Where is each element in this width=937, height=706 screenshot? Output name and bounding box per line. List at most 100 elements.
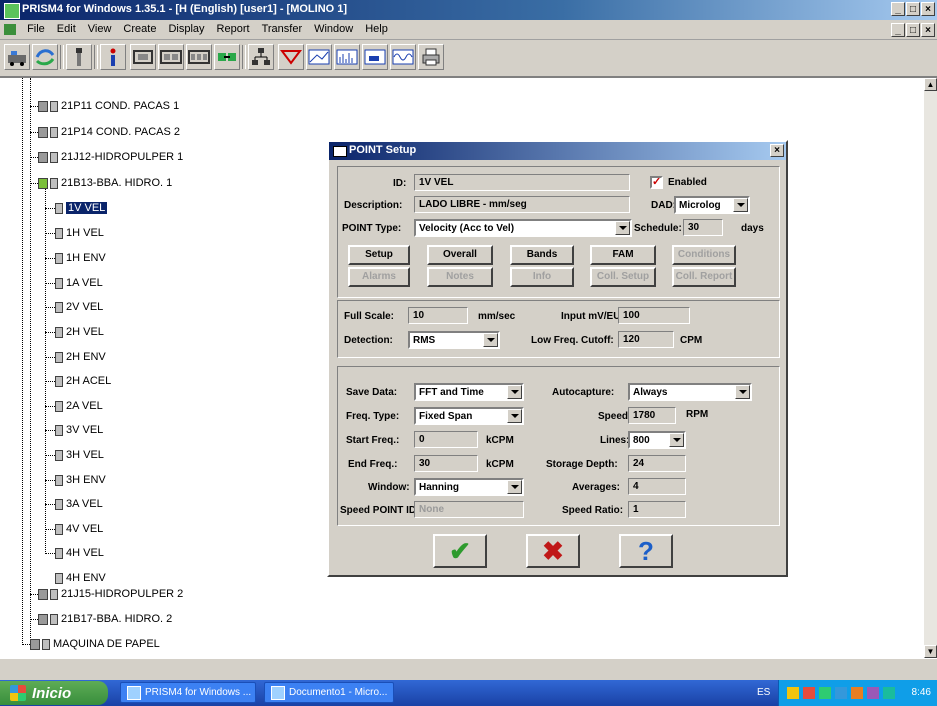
tree-node-group[interactable]: MAQUINA DE PAPEL: [30, 635, 160, 653]
tree-node-point[interactable]: 3V VEL: [55, 421, 103, 439]
tree-node-point[interactable]: 1H ENV: [55, 249, 106, 267]
conditions-button[interactable]: Conditions: [672, 245, 736, 265]
alarms-button[interactable]: Alarms: [348, 267, 410, 287]
display-icon[interactable]: [835, 687, 847, 699]
point-type-select[interactable]: Velocity (Acc to Vel): [414, 219, 632, 237]
messenger-icon[interactable]: [883, 687, 895, 699]
volume-icon[interactable]: [819, 687, 831, 699]
filter-icon[interactable]: [278, 44, 304, 70]
machine-multi-icon[interactable]: [186, 44, 212, 70]
enabled-checkbox[interactable]: [650, 175, 663, 189]
storage-depth-field[interactable]: 24: [628, 455, 686, 472]
app-title-bar[interactable]: PRISM4 for Windows 1.35.1 - [H (English)…: [0, 0, 937, 20]
tree-node-point[interactable]: 2A VEL: [55, 397, 103, 415]
menu-display[interactable]: Display: [162, 20, 210, 38]
chevron-down-icon[interactable]: [733, 198, 748, 212]
id-field[interactable]: 1V VEL: [414, 174, 630, 191]
tree-node-point[interactable]: 4V VEL: [55, 520, 103, 538]
overall-button[interactable]: Overall: [427, 245, 493, 265]
menu-view[interactable]: View: [82, 20, 118, 38]
route-icon[interactable]: [4, 44, 30, 70]
scroll-down-icon[interactable]: ▼: [924, 645, 937, 658]
autocapture-select[interactable]: Always: [628, 383, 752, 401]
chevron-down-icon[interactable]: [669, 433, 684, 447]
antivirus-icon[interactable]: [803, 687, 815, 699]
child-close-button[interactable]: ×: [921, 23, 935, 37]
save-data-select[interactable]: FFT and Time: [414, 383, 524, 401]
scroll-up-icon[interactable]: ▲: [924, 78, 937, 91]
tree-node-point[interactable]: 2H VEL: [55, 323, 104, 341]
tree-node-machine[interactable]: 21J15-HIDROPULPER 2: [38, 585, 183, 603]
detection-select[interactable]: RMS: [408, 331, 500, 349]
taskbar-item-word[interactable]: Documento1 - Micro...: [264, 682, 394, 703]
tree-node-point[interactable]: 2V VEL: [55, 298, 103, 316]
tree-node-machine[interactable]: 21P11 COND. PACAS 1: [38, 97, 179, 115]
tree-node-point[interactable]: 4H VEL: [55, 544, 104, 562]
schedule-field[interactable]: 30: [683, 219, 723, 236]
menu-report[interactable]: Report: [211, 20, 256, 38]
org-icon[interactable]: [248, 44, 274, 70]
chevron-down-icon[interactable]: [735, 385, 750, 399]
tree-node-point[interactable]: 3H ENV: [55, 471, 106, 489]
window-select[interactable]: Hanning: [414, 478, 524, 496]
menu-file[interactable]: File: [21, 20, 51, 38]
full-scale-field[interactable]: 10: [408, 307, 468, 324]
chevron-down-icon[interactable]: [483, 333, 498, 347]
minimize-button[interactable]: _: [891, 2, 905, 16]
chevron-down-icon[interactable]: [507, 480, 522, 494]
coll-setup-button[interactable]: Coll. Setup: [590, 267, 656, 287]
waveform-icon[interactable]: [390, 44, 416, 70]
child-restore-button[interactable]: □: [906, 23, 920, 37]
vertical-scrollbar[interactable]: ▲ ▼: [924, 78, 937, 658]
transfer-icon[interactable]: [32, 44, 58, 70]
start-freq-field[interactable]: 0: [414, 431, 478, 448]
speed-ratio-field[interactable]: 1: [628, 501, 686, 518]
network-icon[interactable]: [787, 687, 799, 699]
tree-node-point[interactable]: 3A VEL: [55, 495, 103, 513]
taskbar-item-prism[interactable]: PRISM4 for Windows ...: [120, 682, 256, 703]
lines-select[interactable]: 800: [628, 431, 686, 449]
chevron-down-icon[interactable]: [507, 409, 522, 423]
tree-node-machine-expanded[interactable]: 21B13-BBA. HIDRO. 1: [38, 174, 172, 192]
setup-button[interactable]: Setup: [348, 245, 410, 265]
info-button[interactable]: Info: [510, 267, 574, 287]
machine-icon[interactable]: [130, 44, 156, 70]
input-mv-field[interactable]: 100: [618, 307, 690, 324]
child-minimize-button[interactable]: _: [891, 23, 905, 37]
speed-field[interactable]: 1780: [628, 407, 676, 424]
end-freq-field[interactable]: 30: [414, 455, 478, 472]
media-icon[interactable]: [867, 687, 879, 699]
ok-button[interactable]: ✔: [433, 534, 487, 568]
tree-node-point[interactable]: 1A VEL: [55, 274, 103, 292]
dad-select[interactable]: Microlog: [674, 196, 750, 214]
graph-icon[interactable]: [306, 44, 332, 70]
probe-icon[interactable]: [66, 44, 92, 70]
tree-node-point[interactable]: 3H VEL: [55, 446, 104, 464]
trend-icon[interactable]: [362, 44, 388, 70]
spectrum-icon[interactable]: [334, 44, 360, 70]
info-icon[interactable]: [100, 44, 126, 70]
link-icon[interactable]: [214, 44, 240, 70]
notes-button[interactable]: Notes: [427, 267, 493, 287]
machine-group-icon[interactable]: [158, 44, 184, 70]
menu-window[interactable]: Window: [308, 20, 359, 38]
freq-type-select[interactable]: Fixed Span: [414, 407, 524, 425]
update-icon[interactable]: [851, 687, 863, 699]
tree-node-point[interactable]: 2H ENV: [55, 348, 106, 366]
menu-create[interactable]: Create: [117, 20, 162, 38]
print-icon[interactable]: [418, 44, 444, 70]
tree-node-machine[interactable]: 21P14 COND. PACAS 2: [38, 123, 180, 141]
tree-node-machine[interactable]: 21J12-HIDROPULPER 1: [38, 148, 183, 166]
dialog-title-bar[interactable]: POINT Setup ×: [329, 142, 786, 160]
tree-node-machine[interactable]: 21B17-BBA. HIDRO. 2: [38, 610, 172, 628]
menu-help[interactable]: Help: [359, 20, 394, 38]
tree-node-point-selected[interactable]: 1V VEL: [55, 199, 108, 217]
cancel-button[interactable]: ✖: [526, 534, 580, 568]
menu-transfer[interactable]: Transfer: [256, 20, 309, 38]
help-button[interactable]: ?: [619, 534, 673, 568]
clock[interactable]: 8:46: [912, 687, 931, 698]
language-indicator[interactable]: ES: [757, 687, 770, 698]
tree-node-point[interactable]: 2H ACEL: [55, 372, 111, 390]
tree-node-point[interactable]: 1H VEL: [55, 224, 104, 242]
coll-report-button[interactable]: Coll. Report: [672, 267, 736, 287]
